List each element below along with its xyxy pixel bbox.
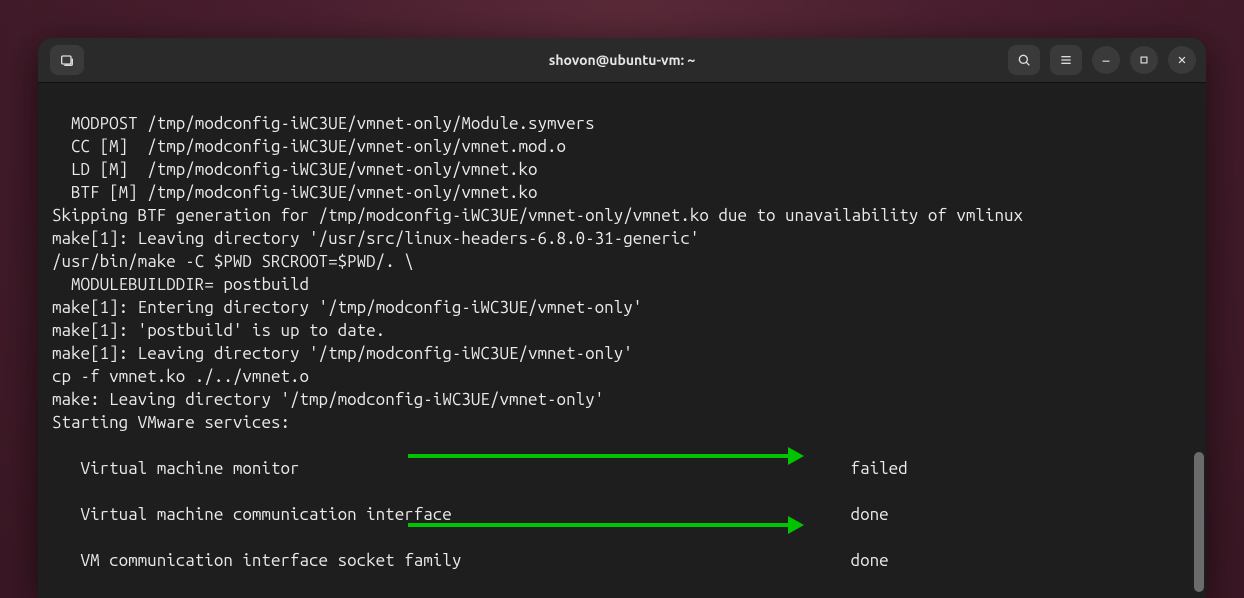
out-line: make[1]: 'postbuild' is up to date.	[52, 321, 385, 340]
service-label: VM communication interface socket family	[52, 549, 851, 572]
service-label: Virtual machine communication interface	[52, 503, 851, 526]
out-line: BTF [M] /tmp/modconfig-iWC3UE/vmnet-only…	[52, 183, 538, 202]
out-line: make[1]: Leaving directory '/usr/src/lin…	[52, 229, 699, 248]
scrollbar-thumb[interactable]	[1194, 452, 1204, 592]
hamburger-menu-button[interactable]	[1050, 45, 1082, 75]
service-status: done	[851, 549, 889, 572]
close-button[interactable]	[1168, 46, 1196, 74]
out-line: MODPOST /tmp/modconfig-iWC3UE/vmnet-only…	[52, 114, 595, 133]
out-line: make[1]: Leaving directory '/tmp/modconf…	[52, 344, 633, 363]
service-row: Virtual machine communication interfaced…	[52, 503, 1192, 526]
out-line: /usr/bin/make -C $PWD SRCROOT=$PWD/. \	[52, 252, 414, 271]
search-button[interactable]	[1008, 45, 1040, 75]
terminal-window: shovon@ubuntu-vm: ~ MODPOST /tmp/modconf…	[38, 38, 1206, 598]
titlebar: shovon@ubuntu-vm: ~	[38, 38, 1206, 83]
out-line: make[1]: Entering directory '/tmp/modcon…	[52, 298, 642, 317]
service-row: VM communication interface socket family…	[52, 549, 1192, 572]
out-line: cp -f vmnet.ko ./../vmnet.o	[52, 367, 309, 386]
service-label: Virtual machine monitor	[52, 457, 851, 480]
titlebar-right-controls	[1008, 45, 1196, 75]
out-line: CC [M] /tmp/modconfig-iWC3UE/vmnet-only/…	[52, 137, 566, 156]
service-status: failed	[851, 457, 908, 480]
out-line: LD [M] /tmp/modconfig-iWC3UE/vmnet-only/…	[52, 160, 538, 179]
titlebar-left-controls	[38, 45, 84, 75]
out-line: MODULEBUILDDIR= postbuild	[52, 275, 309, 294]
maximize-button[interactable]	[1130, 46, 1158, 74]
new-tab-button[interactable]	[50, 45, 84, 75]
output-lines: MODPOST /tmp/modconfig-iWC3UE/vmnet-only…	[52, 112, 1192, 434]
out-line: Skipping BTF generation for /tmp/modconf…	[52, 206, 1023, 225]
service-row: Virtual machine monitorfailed	[52, 457, 1192, 480]
out-line: Starting VMware services:	[52, 413, 290, 432]
out-line: make: Leaving directory '/tmp/modconfig-…	[52, 390, 604, 409]
terminal-scrollbar[interactable]	[1194, 82, 1204, 594]
terminal-output[interactable]: MODPOST /tmp/modconfig-iWC3UE/vmnet-only…	[38, 83, 1206, 598]
service-status: done	[851, 503, 889, 526]
minimize-button[interactable]	[1092, 46, 1120, 74]
